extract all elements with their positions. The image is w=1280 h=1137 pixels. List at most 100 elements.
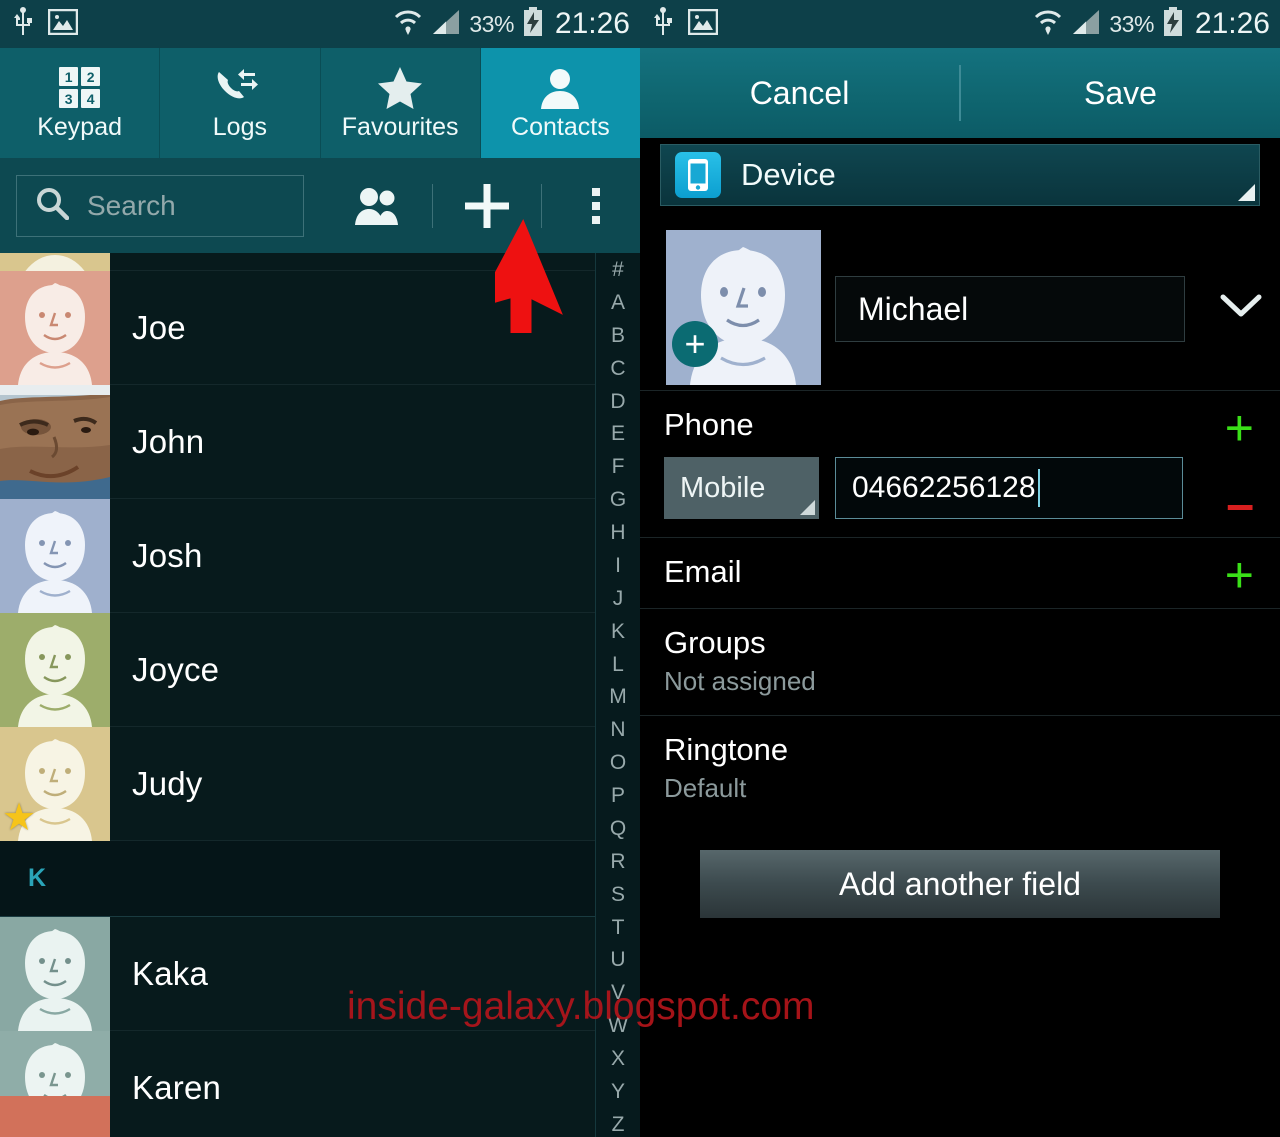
index-letter[interactable]: S [611,884,625,905]
avatar [0,1096,110,1137]
phone-entry-row: Mobile 04662256128 [664,457,1256,519]
usb-icon [652,6,674,42]
groups-icon[interactable] [350,178,406,234]
more-options-icon[interactable] [568,178,624,234]
phone-number-value: 04662256128 [852,471,1036,504]
index-letter[interactable]: L [612,654,624,675]
index-letter[interactable]: K [611,621,625,642]
groups-section[interactable]: Groups Not assigned [640,609,1280,716]
account-selector[interactable]: Device [660,144,1260,206]
contact-name: Josh [132,536,203,574]
account-selector-wrapper: Device [640,138,1280,216]
cancel-button[interactable]: Cancel [640,75,959,112]
contact-photo-row: + Michael [640,216,1280,391]
email-section: Email + [640,538,1280,609]
index-letter[interactable]: W [608,1015,628,1036]
add-contact-icon[interactable] [459,178,515,234]
contacts-list-screen: 33% 21:26 1 2 3 4 Keypad Logs Favourites… [0,0,640,1137]
toolbar-divider-2 [541,183,542,228]
tab-logs[interactable]: Logs [160,48,321,158]
add-another-field-button[interactable]: Add another field [700,850,1220,918]
index-letter[interactable]: H [610,522,625,543]
save-button[interactable]: Save [961,75,1280,112]
keypad-icon: 1 2 3 4 [59,67,101,109]
index-letter[interactable]: M [609,686,627,707]
tab-contacts[interactable]: Contacts [480,48,640,158]
ringtone-value: Default [664,773,747,803]
phone-section: Phone + – Mobile 04662256128 [640,391,1280,538]
index-letter[interactable]: Z [612,1114,625,1135]
add-phone-icon[interactable]: + [1225,403,1254,453]
index-letter[interactable]: T [612,917,625,938]
contact-name: Karen [132,1068,222,1106]
index-letter[interactable]: F [612,456,625,477]
phone-number-input[interactable]: 04662256128 [835,457,1183,519]
contacts-list-wrapper: Joe John Josh Joyce ★ Judy K Kaka Karen … [0,253,640,1137]
tab-keypad[interactable]: 1 2 3 4 Keypad [0,48,161,158]
avatar [0,270,110,385]
star-icon [377,66,423,109]
tab-keypad-label: Keypad [37,112,123,141]
index-letter[interactable]: O [610,752,626,773]
contact-photo[interactable]: + [666,230,821,385]
index-letter[interactable]: N [610,719,625,740]
index-letter[interactable]: X [611,1048,625,1069]
name-input[interactable]: Michael [835,276,1185,342]
index-letter[interactable]: A [611,292,625,313]
index-letter[interactable]: U [610,949,625,970]
index-letter[interactable]: Y [611,1081,625,1102]
email-section-title: Email [664,554,742,589]
table-row[interactable] [0,253,595,319]
clock: 21:26 [554,7,630,40]
table-row[interactable]: Joe [0,270,595,385]
keypad-key-2: 2 [81,67,101,86]
index-letter[interactable]: I [615,555,621,576]
index-letter[interactable]: E [611,423,625,444]
dual-screenshot: 33% 21:26 1 2 3 4 Keypad Logs Favourites… [0,0,1280,1137]
index-letter[interactable]: G [610,489,626,510]
phone-type-dropdown[interactable]: Mobile [664,457,819,519]
table-row[interactable]: Kaka [0,916,595,1031]
table-row[interactable]: Josh [0,498,595,613]
index-letter[interactable]: P [611,785,625,806]
search-input[interactable]: Search [16,174,304,237]
contact-name: Judy [132,764,203,802]
keypad-key-1: 1 [59,67,79,86]
groups-section-title: Groups [664,625,766,660]
table-row[interactable]: ★ Judy [0,726,595,841]
index-letter[interactable]: B [611,325,625,346]
index-letter[interactable]: J [613,588,624,609]
tab-favourites[interactable]: Favourites [321,48,481,158]
alphabet-index[interactable]: # A B C D E F G H I J K L M N O P Q R S [595,253,640,1137]
contact-edit-screen: 33% 21:26 Cancel Save Device + Michael P… [640,0,1280,1137]
index-letter[interactable]: R [610,851,625,872]
table-row[interactable]: Joyce [0,612,595,727]
search-placeholder: Search [87,189,176,221]
groups-value: Not assigned [664,666,816,696]
table-row[interactable]: John [0,384,595,499]
index-letter[interactable]: C [610,358,625,379]
ringtone-section[interactable]: Ringtone Default [640,716,1280,822]
contact-name: John [132,422,205,460]
wifi-icon [393,8,423,41]
contacts-list[interactable]: Joe John Josh Joyce ★ Judy K Kaka Karen [0,253,595,1137]
remove-phone-icon[interactable]: – [1226,479,1254,529]
contact-name: Kaka [132,954,209,992]
add-email-icon[interactable]: + [1225,550,1254,600]
device-phone-icon [675,152,721,198]
tab-bar: 1 2 3 4 Keypad Logs Favourites Contacts [0,48,640,158]
contact-name: Joe [132,308,186,346]
index-letter[interactable]: # [612,259,624,280]
chevron-down-icon[interactable] [1219,292,1263,326]
tab-logs-label: Logs [212,112,267,141]
index-letter[interactable]: Q [610,818,626,839]
dropdown-corner-icon [800,500,815,515]
search-toolbar: Search [0,158,640,253]
status-bar-right: 33% 21:26 [640,0,1280,48]
phone-section-title: Phone [664,407,754,442]
index-letter[interactable]: D [610,391,625,412]
toolbar-actions [350,178,624,234]
add-photo-icon[interactable]: + [672,321,718,367]
index-letter[interactable]: V [611,982,625,1003]
status-bar-right-icons: 33% 21:26 [393,6,630,42]
